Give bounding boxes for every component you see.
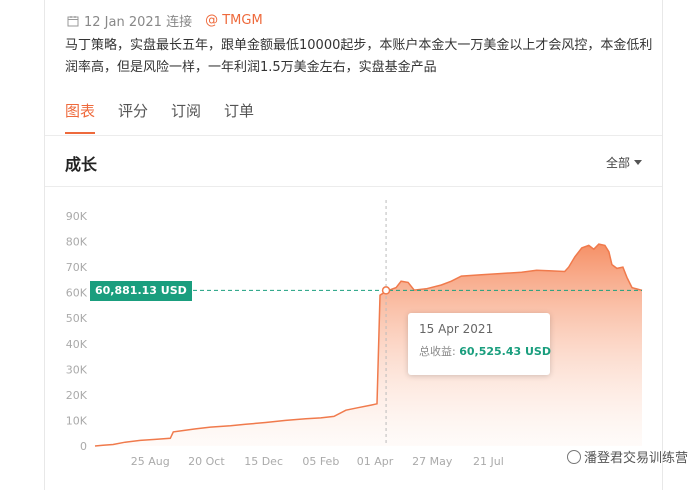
tooltip-line: 总收益: 60,525.43 USD <box>419 343 551 359</box>
hover-point <box>381 286 391 295</box>
crosshair-value-badge: 60,881.13 USD <box>90 281 192 301</box>
equity-area <box>95 244 642 446</box>
x-axis: 25 Aug 20 Oct 15 Dec 05 Feb 01 Apr 27 May 21 J… <box>131 455 504 468</box>
y-tick-label: 30K <box>66 363 88 376</box>
chart-tooltip: 15 Apr 2021 总收益: 60,525.43 USD <box>408 313 551 375</box>
x-tick-label: 21 Jul <box>473 455 504 468</box>
x-tick-label: 05 Feb <box>302 455 339 468</box>
tooltip-value: 60,525.43 USD <box>459 345 551 358</box>
y-tick-label: 70K <box>66 261 88 274</box>
y-tick-label: 60K <box>66 287 88 300</box>
x-tick-label: 27 May <box>412 455 453 468</box>
y-tick-label: 80K <box>66 236 88 249</box>
x-tick-label: 25 Aug <box>131 455 170 468</box>
tooltip-label: 总收益: <box>419 345 456 358</box>
y-tick-label: 90K <box>66 210 88 223</box>
y-tick-label: 50K <box>66 312 88 325</box>
x-tick-label: 01 Apr <box>357 455 394 468</box>
y-axis: 0 10K 20K 30K 40K 50K 60K 70K 80K 90K <box>66 210 88 453</box>
y-tick-label: 0 <box>80 440 87 453</box>
x-tick-label: 15 Dec <box>244 455 283 468</box>
y-tick-label: 10K <box>66 414 88 427</box>
tooltip-date: 15 Apr 2021 <box>419 322 494 336</box>
y-tick-label: 40K <box>66 338 88 351</box>
watermark-text: 潘登君交易训练营 <box>583 451 688 466</box>
watermark: 潘登君交易训练营 <box>566 447 688 466</box>
x-tick-label: 20 Oct <box>188 455 225 468</box>
watermark-icon <box>566 449 581 464</box>
y-tick-label: 20K <box>66 389 88 402</box>
growth-chart[interactable]: 0 10K 20K 30K 40K 50K 60K 70K 80K 90K 25 Aug 20 Oc… <box>0 0 698 490</box>
